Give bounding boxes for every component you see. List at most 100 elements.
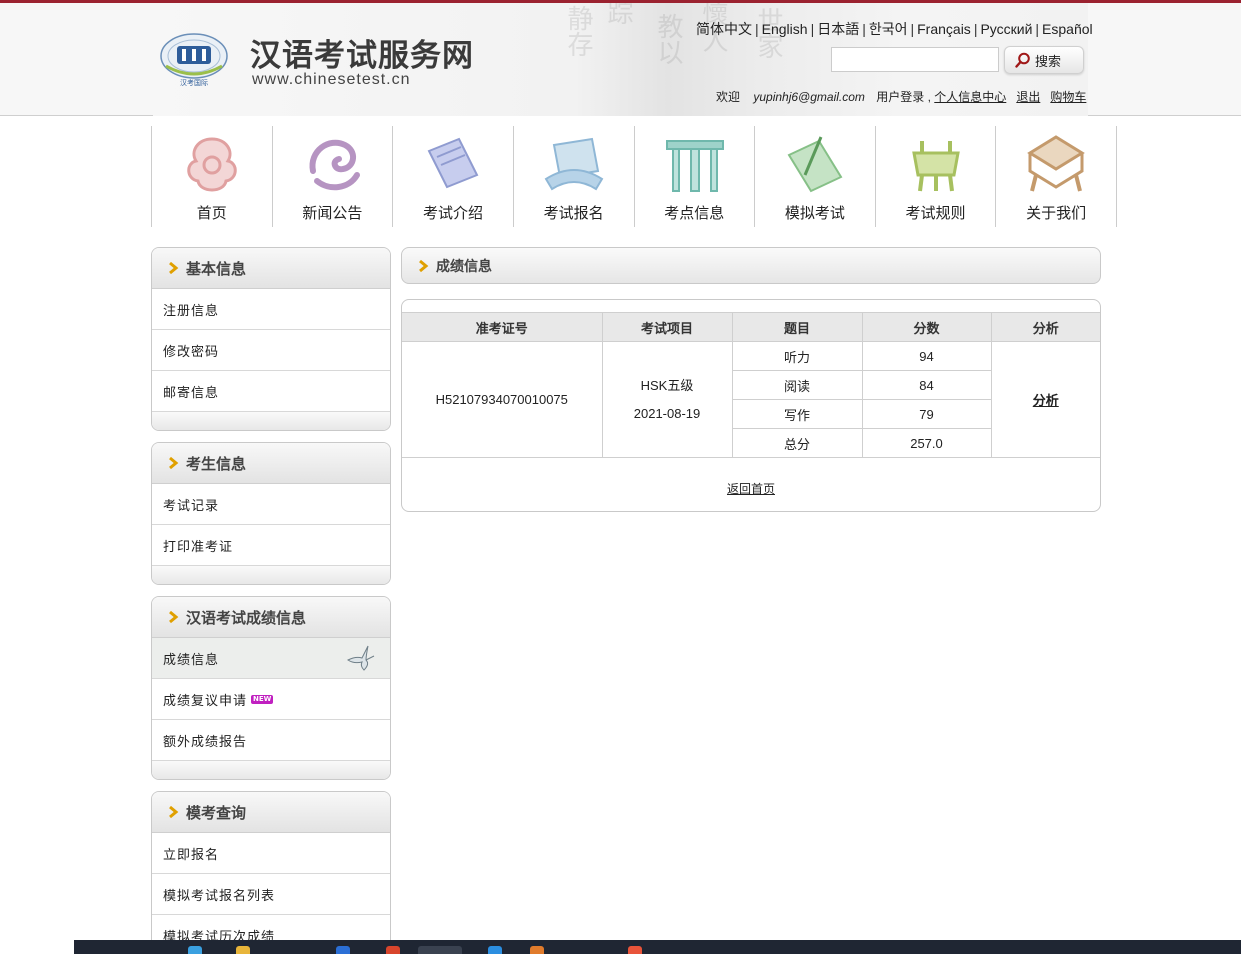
chevron-right-icon (419, 259, 429, 272)
site-url: www.chinesetest.cn (252, 71, 411, 88)
back-home-wrap: 返回首页 (402, 480, 1100, 497)
box-icon (1027, 135, 1086, 192)
back-home-link[interactable]: 返回首页 (727, 482, 775, 496)
cart-link[interactable]: 购物车 (1050, 90, 1086, 104)
nav-test-centers[interactable]: 考点信息 (635, 126, 756, 227)
nav-news[interactable]: 新闻公告 (273, 126, 394, 227)
score-table: 准考证号 考试项目 题目 分数 分析 H52107934070010075 HS… (402, 312, 1100, 458)
subject-writing: 写作 (732, 399, 863, 429)
swirl-cloud-icon (309, 139, 360, 191)
ding-vessel-icon (911, 141, 960, 192)
panel-footer (152, 566, 390, 584)
chevron-right-icon (169, 261, 179, 275)
nav-exam-intro[interactable]: 考试介绍 (393, 126, 514, 227)
office-app-icon[interactable] (386, 946, 400, 954)
exam-cell: HSK五级 2021-08-19 (601, 341, 733, 458)
panel-mock-query: 模考查询 立即报名 模拟考试报名列表 模拟考试历次成绩 (151, 791, 391, 951)
sidebar-item-extra-score-report[interactable]: 额外成绩报告 (152, 720, 390, 761)
score-reading: 84 (861, 370, 991, 400)
main-nav: 首页 新闻公告 考试介绍 考试报名 考点信息 模拟考试 考试规则 关于我们 (151, 126, 1117, 227)
bird-icon (347, 645, 375, 671)
site-title: 汉语考试服务网 (250, 38, 474, 74)
sidebar-item-print-admission[interactable]: 打印准考证 (152, 525, 390, 566)
active-app-icon[interactable] (418, 946, 462, 954)
score-writing: 79 (861, 399, 991, 429)
nav-home-label: 首页 (196, 204, 227, 222)
panel-basic-info: 基本信息 注册信息 修改密码 邮寄信息 (151, 247, 391, 431)
app-icon[interactable] (530, 946, 544, 954)
nav-home[interactable]: 首页 (152, 126, 273, 227)
sidebar-item-score-review[interactable]: 成绩复议申请 NEW (152, 679, 390, 720)
mail-app-icon[interactable] (336, 946, 350, 954)
store-app-icon[interactable] (488, 946, 502, 954)
taskbar-search-area[interactable] (0, 940, 74, 954)
lang-ru[interactable]: Русский (980, 21, 1032, 37)
archway-icon (665, 140, 724, 192)
nav-exam-rules[interactable]: 考试规则 (876, 126, 997, 227)
nav-registration[interactable]: 考试报名 (514, 126, 635, 227)
lang-en[interactable]: English (762, 21, 808, 37)
score-total: 257.0 (861, 428, 991, 458)
svg-text:汉考国际: 汉考国际 (180, 78, 208, 87)
page-title: 成绩信息 (436, 258, 492, 275)
sidebar-item-exam-records[interactable]: 考试记录 (152, 484, 390, 525)
browser-app-icon[interactable] (628, 946, 642, 954)
col-exam: 考试项目 (601, 312, 733, 342)
col-subject: 题目 (731, 312, 863, 342)
panel-candidate-info-title: 考生信息 (152, 443, 390, 484)
hanban-emblem-icon: 汉考国际 (160, 33, 228, 87)
ticket-number: H52107934070010075 (402, 341, 603, 458)
exam-date: 2021-08-19 (633, 405, 701, 421)
col-ticket: 准考证号 (402, 312, 603, 342)
analysis-cell: 分析 (990, 341, 1100, 458)
nav-news-label: 新闻公告 (302, 204, 363, 222)
lang-ja[interactable]: 日本語 (817, 21, 859, 37)
chevron-right-icon (169, 610, 179, 624)
nav-exam-intro-label: 考试介绍 (423, 204, 484, 222)
logout-link[interactable]: 退出 (1016, 90, 1040, 104)
nav-registration-label: 考试报名 (543, 204, 604, 222)
search-button[interactable]: 搜索 (1004, 46, 1084, 74)
search-input[interactable] (831, 47, 999, 72)
subject-listening: 听力 (731, 341, 863, 371)
exam-name: HSK五级 (640, 377, 694, 393)
nav-test-centers-label: 考点信息 (664, 204, 725, 222)
nav-mock-exam-label: 模拟考试 (784, 204, 845, 222)
table-header-row: 准考证号 考试项目 题目 分数 分析 (402, 312, 1100, 342)
score-listening: 94 (861, 341, 992, 371)
sidebar-item-score-info[interactable]: 成绩信息 (152, 638, 390, 679)
login-text: 用户登录 , (876, 90, 931, 104)
sidebar-item-mailing-info[interactable]: 邮寄信息 (152, 371, 390, 412)
nav-about-us[interactable]: 关于我们 (996, 126, 1117, 227)
sidebar-item-registration-info[interactable]: 注册信息 (152, 289, 390, 330)
analysis-link[interactable]: 分析 (1033, 393, 1059, 408)
lang-zh[interactable]: 简体中文 (696, 21, 752, 37)
profile-link[interactable]: 个人信息中心 (934, 90, 1006, 104)
lang-fr[interactable]: Français (917, 21, 971, 37)
sidebar-item-register-now[interactable]: 立即报名 (152, 833, 390, 874)
subject-reading: 阅读 (732, 370, 863, 400)
cloud-knot-icon (187, 137, 237, 192)
content-title-bar: 成绩信息 (401, 247, 1101, 284)
edge-app-icon[interactable] (188, 946, 202, 954)
user-email: yupinhj6@gmail.com (753, 90, 865, 104)
writing-scroll-icon (787, 136, 843, 193)
score-box: 准考证号 考试项目 题目 分数 分析 H52107934070010075 HS… (401, 299, 1101, 512)
user-bar: 欢迎 yupinhj6@gmail.com 用户登录 , 个人信息中心 退出 购… (716, 88, 1086, 105)
sidebar-item-mock-registration-list[interactable]: 模拟考试报名列表 (152, 874, 390, 915)
scroll-fan-icon (544, 137, 604, 191)
col-analysis: 分析 (990, 312, 1100, 342)
sidebar-item-change-password[interactable]: 修改密码 (152, 330, 390, 371)
lang-ko[interactable]: 한국어 (869, 21, 908, 37)
search-button-label: 搜索 (1035, 54, 1062, 70)
nav-exam-rules-label: 考试规则 (905, 204, 966, 222)
explorer-app-icon[interactable] (236, 946, 250, 954)
chevron-right-icon (169, 456, 179, 470)
panel-footer (152, 761, 390, 779)
subject-total: 总分 (732, 428, 863, 458)
panel-score-info-title: 汉语考试成绩信息 (152, 597, 390, 638)
panel-footer (152, 412, 390, 430)
col-score: 分数 (861, 312, 992, 342)
nav-mock-exam[interactable]: 模拟考试 (755, 126, 876, 227)
lang-es[interactable]: Español (1042, 21, 1093, 37)
